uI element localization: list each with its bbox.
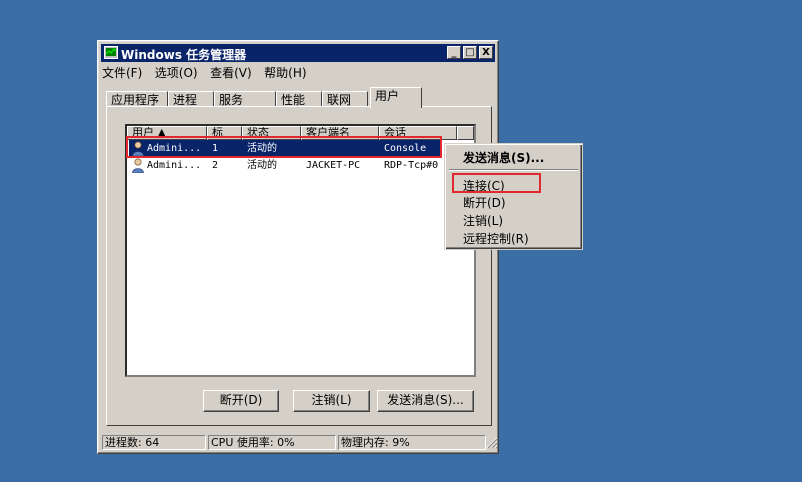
column-filler	[457, 126, 474, 140]
menu-file[interactable]: 文件(F)	[102, 66, 142, 80]
users-list[interactable]: 用户 ▲ 标 状态 客户端名 会话 Admini... 1 活动的 Consol…	[125, 124, 476, 377]
task-manager-window: Windows 任务管理器 _ □ X 文件(F) 选项(O) 查看(V) 帮助…	[97, 40, 499, 454]
tab-users[interactable]: 用户	[370, 87, 422, 108]
cell-status: 活动的	[247, 160, 277, 171]
disconnect-button[interactable]: 断开(D)	[203, 390, 279, 412]
task-manager-icon	[104, 46, 118, 59]
status-bar: 进程数: 64 CPU 使用率: 0% 物理内存: 9%	[100, 433, 498, 451]
tab-applications[interactable]: 应用程序	[106, 91, 168, 107]
window-title: Windows 任务管理器	[121, 48, 247, 62]
context-item-disconnect[interactable]: 断开(D)	[463, 194, 506, 211]
context-menu: 发送消息(S)... 连接(C) 断开(D) 注销(L) 远程控制(R)	[444, 143, 583, 250]
connect-item-highlight	[452, 173, 541, 193]
table-row[interactable]: Admini... 2 活动的 JACKET-PC RDP-Tcp#0	[129, 157, 442, 174]
selected-row-highlight	[126, 136, 442, 158]
cell-session: RDP-Tcp#0	[384, 160, 439, 171]
cell-client-name: JACKET-PC	[306, 160, 361, 171]
tab-performance[interactable]: 性能	[276, 91, 322, 107]
menu-view[interactable]: 查看(V)	[210, 66, 252, 80]
context-separator	[449, 169, 578, 171]
context-item-send-message[interactable]: 发送消息(S)...	[463, 149, 544, 166]
context-item-remote-control[interactable]: 远程控制(R)	[463, 230, 529, 247]
menu-bar: 文件(F) 选项(O) 查看(V) 帮助(H)	[102, 64, 316, 82]
menu-help[interactable]: 帮助(H)	[264, 66, 306, 80]
user-icon	[132, 158, 144, 173]
logoff-button[interactable]: 注销(L)	[293, 390, 370, 412]
cell-user: Admini...	[147, 160, 202, 171]
status-memory: 物理内存: 9%	[338, 435, 486, 450]
menu-options[interactable]: 选项(O)	[155, 66, 198, 80]
maximize-button[interactable]: □	[463, 46, 477, 59]
tab-services[interactable]: 服务	[214, 91, 276, 107]
tab-networking[interactable]: 联网	[322, 91, 368, 107]
status-cpu: CPU 使用率: 0%	[208, 435, 336, 450]
close-button[interactable]: X	[479, 46, 493, 59]
minimize-button[interactable]: _	[447, 46, 461, 59]
title-bar[interactable]: Windows 任务管理器 _ □ X	[101, 44, 495, 62]
resize-grip-icon[interactable]	[486, 437, 498, 449]
send-message-button[interactable]: 发送消息(S)...	[377, 390, 474, 412]
tab-processes[interactable]: 进程	[168, 91, 214, 107]
status-processes: 进程数: 64	[102, 435, 206, 450]
cell-id: 2	[212, 160, 219, 171]
context-item-logoff[interactable]: 注销(L)	[463, 212, 503, 229]
